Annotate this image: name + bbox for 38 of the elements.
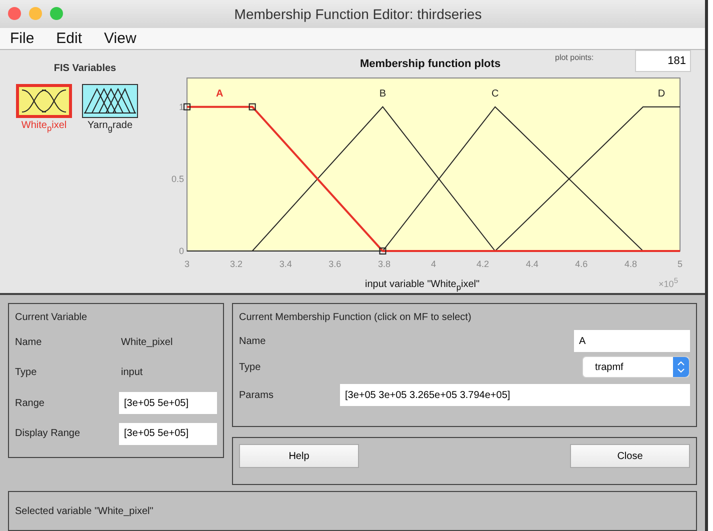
field-label: Type [15,367,38,378]
panel-title: Current Membership Function (click on MF to select) [239,312,472,323]
x-tick-label: 3 [184,259,190,270]
variable-label: White$_{p}$ixel [21,120,67,134]
plot-title: Membership function plots [360,58,501,70]
x-tick-label: 3.8 [378,259,390,270]
mf-label: A [216,88,224,100]
field-label: Display Range [15,428,82,440]
status-text: Selected variable "White_pixel" [15,506,154,516]
x-tick-label: 3.6 [328,259,342,270]
window-title: Membership Function Editor: thirdseries [233,6,483,22]
x-tick-label: 4.8 [624,259,637,270]
variable-name: White_pixel [121,336,173,348]
x-axis-label: input variable "White$_{p}$ixel" [365,279,480,290]
section-title: FIS Variables [54,63,116,74]
axis-exponent: ×10$^{5}$ [658,276,678,290]
field-label: Name [15,336,43,348]
variable-type: input [121,367,143,378]
x-tick-label: 4.6 [575,259,588,270]
field-label: Name [239,336,266,346]
x-tick-label: 5 [678,259,682,270]
field-label: Range [15,398,46,409]
y-tick-label: 0.5 [171,174,184,184]
x-tick-label: 4 [431,259,436,270]
panel-title: Current Variable [15,312,88,323]
x-tick-label: 4.2 [476,259,490,270]
x-tick-label: 3.2 [230,259,243,270]
mf-label: B [379,88,386,100]
mf-label: C [492,88,499,100]
field-label: Type [239,362,261,372]
x-tick-label: 4.4 [526,259,538,270]
x-tick-label: 3.4 [279,259,292,270]
mf-label: D [658,88,666,100]
field-label: Params [239,390,274,400]
y-tick-label: 0 [178,246,184,256]
y-tick-label: 1 [178,102,184,112]
variable-label: Yarn$_{g}$rade [87,120,133,134]
plot-points-label: plot points: [555,53,594,62]
